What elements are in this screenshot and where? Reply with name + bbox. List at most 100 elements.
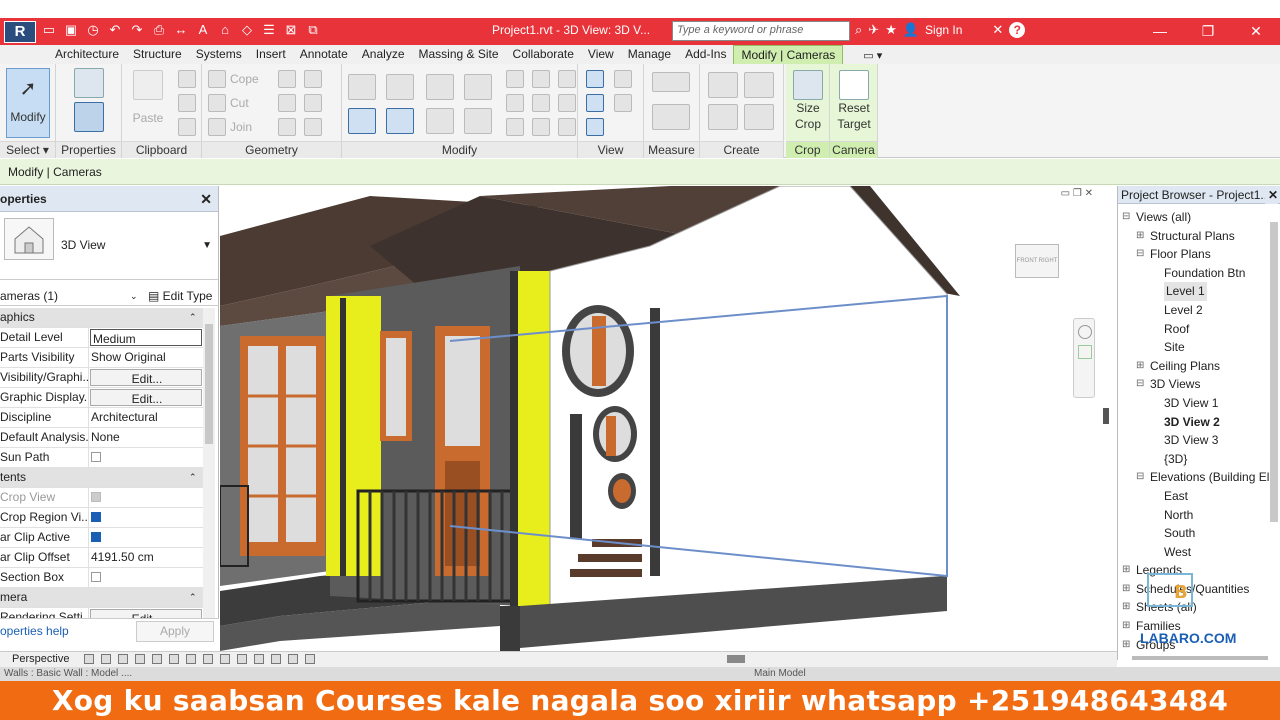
browser-tree-item[interactable]: West — [1118, 543, 1268, 562]
remove-paint-icon[interactable] — [278, 118, 296, 136]
trim-extend-icon[interactable] — [464, 108, 492, 134]
property-checkbox[interactable] — [91, 452, 101, 462]
tab-analyze[interactable]: Analyze — [355, 45, 412, 64]
mirror-draw-icon[interactable] — [464, 74, 492, 100]
hide-isolate-icon[interactable] — [220, 654, 230, 664]
tree-toggle-icon[interactable]: ⊞ — [1136, 227, 1146, 246]
redo-icon[interactable]: ↷ — [128, 21, 146, 39]
property-checkbox[interactable] — [91, 512, 101, 522]
crop-view-icon[interactable] — [169, 654, 179, 664]
dimension-icon[interactable] — [652, 104, 690, 130]
restore-icon[interactable]: ❐ — [1184, 18, 1232, 45]
sign-in-link[interactable]: Sign In — [925, 23, 962, 37]
edit-type-button[interactable]: ▤ Edit Type — [148, 286, 212, 306]
split-icon[interactable] — [506, 70, 524, 88]
create-assembly-icon[interactable] — [708, 72, 738, 98]
exchange-icon[interactable]: ✕ — [992, 22, 1003, 38]
constraints-icon[interactable] — [305, 654, 315, 664]
detail-level-icon[interactable] — [84, 654, 94, 664]
linework-icon[interactable] — [614, 94, 632, 112]
measure-between-icon[interactable] — [652, 72, 690, 92]
browser-horizontal-scrollbar[interactable] — [1132, 656, 1268, 660]
browser-tree-item[interactable]: ⊟ Views (all) — [1118, 208, 1268, 227]
copy-icon[interactable] — [178, 94, 196, 112]
browser-tree-item[interactable]: ⊟ Elevations (Building El — [1118, 468, 1269, 487]
property-value[interactable]: Edit... — [90, 369, 202, 386]
viewcube-right-face[interactable]: RIGHT — [1039, 258, 1058, 264]
search-input[interactable]: Type a keyword or phrase — [672, 21, 850, 41]
split-gap-icon[interactable] — [532, 70, 550, 88]
lock-view-icon[interactable] — [203, 654, 213, 664]
sun-path-icon[interactable] — [118, 654, 128, 664]
minimize-icon[interactable]: — — [1136, 18, 1184, 45]
tree-toggle-icon[interactable]: ⊞ — [1136, 357, 1146, 376]
zoom-icon[interactable] — [1078, 345, 1092, 359]
browser-tree-item[interactable]: East — [1118, 487, 1268, 506]
navigation-bar[interactable] — [1073, 318, 1095, 398]
tree-toggle-icon[interactable]: ⊞ — [1122, 580, 1132, 599]
offset-icon[interactable] — [386, 74, 414, 100]
property-value[interactable] — [89, 448, 203, 467]
shadows-icon[interactable] — [135, 654, 145, 664]
unpin-icon[interactable] — [558, 94, 576, 112]
property-value[interactable]: Architectural — [89, 408, 203, 427]
sync-icon[interactable]: ◷ — [84, 21, 102, 39]
tab-annotate[interactable]: Annotate — [293, 45, 355, 64]
hide-in-view-icon[interactable] — [586, 70, 604, 88]
browser-tree-item[interactable]: 3D View 2 — [1118, 413, 1268, 432]
worksharing-icon[interactable] — [271, 654, 281, 664]
3d-view-icon[interactable]: ⌂ — [216, 21, 234, 39]
browser-tree-item[interactable]: South — [1118, 524, 1268, 543]
analytical-model-icon[interactable] — [288, 654, 298, 664]
copy-element-icon[interactable] — [386, 108, 414, 134]
property-checkbox[interactable] — [91, 572, 101, 582]
print-icon[interactable]: ⎙ — [150, 21, 168, 39]
close-icon[interactable]: ✕ — [1232, 18, 1280, 45]
move-icon[interactable] — [348, 108, 376, 134]
wall-joins-icon[interactable] — [278, 70, 296, 88]
favorites-icon[interactable]: ★ — [885, 22, 897, 38]
close-icon[interactable]: ✕ — [1264, 186, 1278, 204]
browser-tree-item[interactable]: Roof — [1118, 320, 1268, 339]
join-button[interactable]: Join — [230, 120, 252, 134]
browser-tree-item[interactable]: ⊟ 3D Views — [1118, 375, 1268, 394]
ribbon-minimize-icon[interactable]: ▭ ▾ — [863, 49, 882, 64]
array-icon[interactable] — [506, 94, 524, 112]
cut-icon[interactable] — [178, 70, 196, 88]
property-value[interactable] — [89, 488, 203, 507]
browser-tree-item[interactable]: North — [1118, 506, 1268, 525]
tab-massing-site[interactable]: Massing & Site — [412, 45, 506, 64]
browser-tree-item[interactable]: Site — [1118, 338, 1268, 357]
property-checkbox[interactable] — [91, 492, 101, 502]
property-value[interactable] — [89, 568, 203, 587]
rotate-icon[interactable] — [426, 108, 454, 134]
browser-tree-item[interactable]: Foundation Btn — [1118, 264, 1268, 283]
project-browser-header[interactable]: Project Browser - Project1.... ✕ — [1118, 186, 1280, 204]
property-value[interactable]: None — [89, 428, 203, 447]
pick-icon[interactable] — [304, 118, 322, 136]
measure-icon[interactable]: ↔ — [172, 21, 190, 39]
tab-insert[interactable]: Insert — [249, 45, 293, 64]
tree-toggle-icon[interactable]: ⊞ — [1122, 561, 1132, 580]
create-parts-icon[interactable] — [744, 72, 774, 98]
override-graphics-icon[interactable] — [614, 70, 632, 88]
tree-toggle-icon[interactable]: ⊞ — [1122, 598, 1132, 617]
properties-header[interactable]: operties ✕ — [0, 186, 218, 212]
temp-view-props-icon[interactable] — [254, 654, 264, 664]
steering-wheel-icon[interactable] — [1078, 325, 1092, 339]
property-value[interactable]: Show Original — [89, 348, 203, 367]
type-selector[interactable]: 3D View ▼ — [0, 212, 218, 280]
chevron-down-icon[interactable]: ⌄ — [130, 286, 138, 306]
property-value[interactable]: 4191.50 cm — [89, 548, 203, 567]
browser-tree-item[interactable]: Level 1 — [1118, 282, 1268, 301]
property-value[interactable]: Medium — [90, 329, 202, 346]
collapse-icon[interactable]: ⌃ — [189, 308, 203, 327]
reset-target-button[interactable]: Reset Target — [834, 70, 874, 132]
pin-icon[interactable] — [558, 70, 576, 88]
align-icon[interactable] — [348, 74, 376, 100]
tree-toggle-icon[interactable]: ⊞ — [1122, 617, 1132, 636]
binoculars-icon[interactable]: ⌕ — [855, 22, 862, 38]
close-view-icon[interactable]: ✕ — [1085, 188, 1093, 199]
apply-button[interactable]: Apply — [136, 621, 214, 642]
reveal-hidden-icon[interactable] — [237, 654, 247, 664]
